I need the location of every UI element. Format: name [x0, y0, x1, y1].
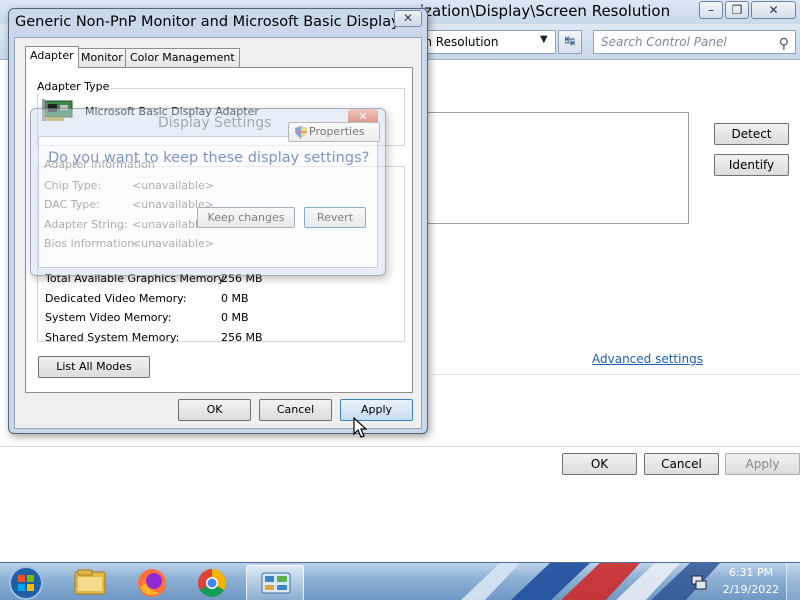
minimize-button[interactable]: –	[699, 1, 723, 19]
cp-apply-button[interactable]: Apply	[725, 453, 800, 475]
clock-time[interactable]: 6:31 PM	[726, 566, 776, 579]
detect-button[interactable]: Detect	[714, 123, 789, 145]
address-dropdown-icon[interactable]: ▼	[540, 34, 548, 45]
search-icon[interactable]: ⚲	[779, 33, 789, 55]
taskbar-background-art	[461, 563, 720, 600]
display-settings-confirm-dialog: Display Settings ✕ Properties Do you wan…	[30, 108, 386, 276]
taskbar: 6:31 PM 2/19/2022	[0, 562, 800, 600]
cp-cancel-button[interactable]: Cancel	[644, 453, 719, 475]
control-panel-title: ization\Display\Screen Resolution	[420, 2, 671, 20]
clock-date[interactable]: 2/19/2022	[722, 583, 780, 596]
mouse-cursor-icon	[353, 417, 367, 438]
info-value: <unavailable>	[132, 237, 215, 250]
close-button[interactable]: ✕	[751, 1, 796, 19]
confirm-dialog-title: Display Settings	[158, 115, 272, 131]
shield-icon	[295, 126, 307, 139]
memory-value: 0 MB	[221, 311, 249, 324]
restore-icon: ❐	[731, 3, 743, 17]
tab-color-management[interactable]: Color Management	[125, 48, 240, 68]
address-text: en Resolution	[417, 35, 499, 49]
adapter-info-label: Adapter Information	[44, 158, 155, 171]
info-label: Adapter String:	[44, 218, 128, 231]
list-all-modes-button[interactable]: List All Modes	[38, 356, 150, 378]
cancel-button[interactable]: Cancel	[259, 399, 332, 421]
windows-start-icon[interactable]	[8, 565, 44, 600]
search-placeholder: Search Control Panel	[601, 35, 727, 49]
taskbar-chrome-button[interactable]	[184, 565, 240, 600]
info-label: Bios Information:	[44, 237, 138, 250]
divider	[0, 446, 800, 447]
dialog-title: Generic Non-PnP Monitor and Microsoft Ba…	[15, 14, 419, 30]
taskbar-explorer-button[interactable]	[62, 565, 118, 600]
minimize-icon: –	[708, 3, 714, 17]
dialog-close-button[interactable]: ✕	[394, 10, 422, 27]
adapter-type-label: Adapter Type	[35, 80, 112, 93]
refresh-icon: ↹	[564, 34, 576, 49]
cp-ok-button[interactable]: OK	[562, 453, 637, 475]
keep-changes-button[interactable]: Keep changes	[197, 207, 295, 228]
close-icon: ✕	[768, 3, 779, 17]
refresh-button[interactable]: ↹	[558, 30, 582, 54]
info-label: Chip Type:	[44, 179, 102, 192]
memory-label: Shared System Memory:	[45, 331, 180, 344]
info-value: <unavailable>	[132, 179, 215, 192]
search-input[interactable]: Search Control Panel ⚲	[593, 30, 796, 54]
properties-button-label: Properties	[309, 125, 365, 138]
advanced-settings-link[interactable]: Advanced settings	[592, 352, 703, 366]
network-icon[interactable]	[690, 573, 708, 591]
apply-button[interactable]: Apply	[340, 399, 413, 421]
close-icon: ✕	[402, 11, 414, 25]
info-label: DAC Type:	[44, 198, 100, 211]
memory-label: System Video Memory:	[45, 311, 172, 324]
ok-button[interactable]: OK	[178, 399, 251, 421]
revert-button[interactable]: Revert	[304, 207, 366, 228]
memory-label: Dedicated Video Memory:	[45, 292, 187, 305]
file-explorer-icon	[74, 569, 106, 595]
tab-adapter[interactable]: Adapter	[25, 46, 79, 68]
control-panel-icon	[261, 572, 291, 594]
monitor-preview-area[interactable]	[390, 112, 689, 224]
memory-value: 256 MB	[221, 331, 263, 344]
taskbar-firefox-button[interactable]	[124, 565, 180, 600]
tab-monitor[interactable]: Monitor	[76, 48, 128, 68]
maximize-button[interactable]: ❐	[725, 1, 749, 19]
firefox-icon	[138, 569, 166, 597]
show-desktop-button[interactable]	[786, 563, 800, 600]
identify-button[interactable]: Identify	[714, 154, 789, 176]
chrome-icon	[198, 569, 226, 597]
taskbar-control-panel-button[interactable]	[246, 565, 304, 600]
divider	[432, 374, 800, 375]
memory-value: 0 MB	[221, 292, 249, 305]
properties-button[interactable]: Properties	[288, 122, 380, 142]
